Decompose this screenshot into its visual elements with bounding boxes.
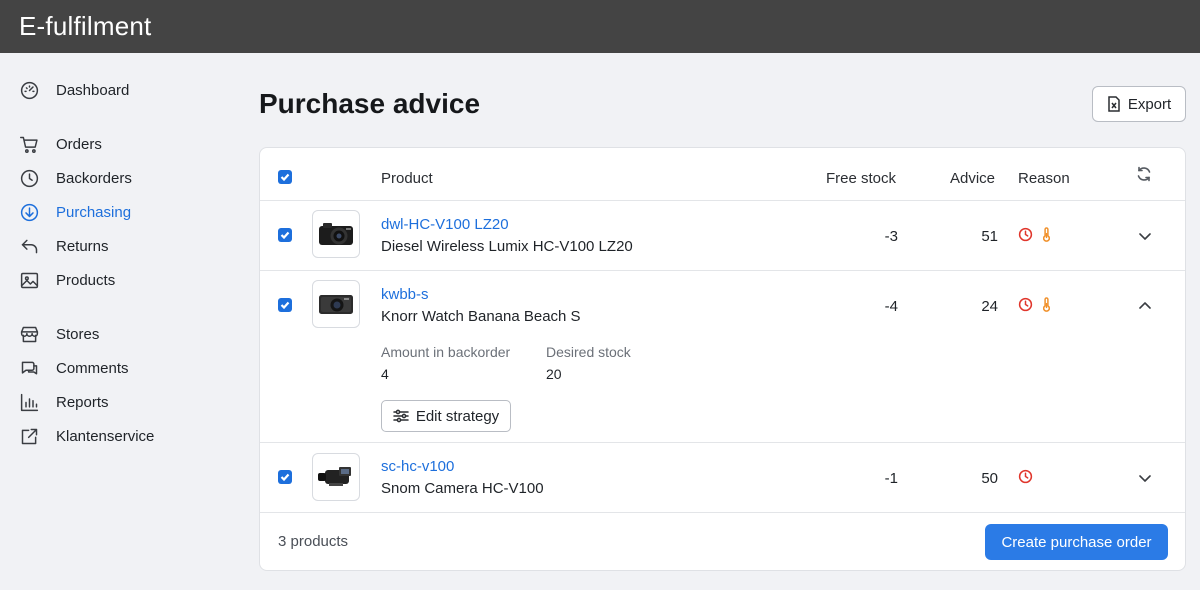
top-bar: E-fulfilment xyxy=(0,0,1200,53)
free-stock-value: -1 xyxy=(884,470,898,487)
file-export-icon xyxy=(1108,96,1120,112)
header-product: Product xyxy=(381,170,433,187)
product-count: 3 products xyxy=(278,533,349,550)
external-link-icon xyxy=(18,425,40,447)
sidebar-item-label: Purchasing xyxy=(56,203,132,221)
header-free-stock[interactable]: Free stock xyxy=(826,170,896,187)
row-checkbox[interactable] xyxy=(278,470,292,484)
select-all-checkbox[interactable] xyxy=(278,170,292,184)
advice-value: 24 xyxy=(981,298,998,315)
sidebar-item-label: Backorders xyxy=(56,169,132,187)
sidebar-item-label: Products xyxy=(56,271,116,289)
product-sku-link[interactable]: dwl-HC-V100 LZ20 xyxy=(381,216,509,233)
free-stock-value: -3 xyxy=(884,228,898,245)
export-button-label: Export xyxy=(1127,95,1172,113)
sidebar-item-label: Returns xyxy=(56,237,109,255)
reason-icons xyxy=(1018,469,1033,484)
sidebar-item-returns[interactable]: Returns xyxy=(18,233,109,259)
divider xyxy=(260,200,1185,201)
divider xyxy=(260,442,1185,443)
product-thumbnail xyxy=(312,280,360,328)
image-icon xyxy=(18,269,40,291)
row-checkbox[interactable] xyxy=(278,298,292,312)
sidebar-item-products[interactable]: Products xyxy=(18,267,115,293)
reason-icons xyxy=(1018,297,1054,312)
sidebar-item-purchasing[interactable]: Purchasing xyxy=(18,199,131,225)
collapse-chevron-up-icon[interactable] xyxy=(1137,298,1153,314)
sidebar-item-orders[interactable]: Orders xyxy=(18,131,102,157)
sidebar-item-label: Dashboard xyxy=(56,81,130,99)
free-stock-value: -4 xyxy=(884,298,898,315)
sliders-icon xyxy=(393,409,409,423)
advice-value: 50 xyxy=(981,470,998,487)
point-and-shoot-camera-image xyxy=(319,295,353,314)
cart-icon xyxy=(18,133,40,155)
dashboard-icon xyxy=(18,79,40,101)
product-name: Diesel Wireless Lumix HC-V100 LZ20 xyxy=(381,238,633,255)
reason-icons xyxy=(1018,227,1054,242)
clock-icon xyxy=(1018,227,1033,242)
product-name: Knorr Watch Banana Beach S xyxy=(381,308,581,325)
product-thumbnail xyxy=(312,453,360,501)
app-title: E-fulfilment xyxy=(19,11,152,41)
compact-camera-image xyxy=(319,223,353,245)
refresh-icon[interactable] xyxy=(1136,166,1152,182)
sidebar-item-klantenservice[interactable]: Klantenservice xyxy=(18,423,154,449)
page-title: Purchase advice xyxy=(259,88,481,119)
expand-chevron-down-icon[interactable] xyxy=(1137,228,1153,244)
amount-in-backorder-label: Amount in backorder xyxy=(381,344,511,360)
divider xyxy=(260,512,1185,513)
edit-strategy-label: Edit strategy xyxy=(415,407,500,425)
export-button[interactable]: Export xyxy=(1092,86,1186,122)
divider xyxy=(260,270,1185,271)
sidebar-item-label: Comments xyxy=(56,359,129,377)
sidebar-item-stores[interactable]: Stores xyxy=(18,321,99,347)
sidebar-item-label: Reports xyxy=(56,393,109,411)
sidebar: Dashboard Orders Backorders Purchasing R… xyxy=(0,53,240,590)
thermometer-icon xyxy=(1042,227,1051,242)
sidebar-item-backorders[interactable]: Backorders xyxy=(18,165,132,191)
product-name: Snom Camera HC-V100 xyxy=(381,480,544,497)
camcorder-image xyxy=(318,467,351,486)
store-icon xyxy=(18,323,40,345)
desired-stock-label: Desired stock xyxy=(546,344,631,360)
product-sku-link[interactable]: kwbb-s xyxy=(381,286,429,303)
sidebar-item-label: Orders xyxy=(56,135,102,153)
bar-chart-icon xyxy=(18,391,40,413)
advice-value: 51 xyxy=(981,228,998,245)
row-checkbox[interactable] xyxy=(278,228,292,242)
download-circle-icon xyxy=(18,201,40,223)
sidebar-item-reports[interactable]: Reports xyxy=(18,389,109,415)
sidebar-item-label: Stores xyxy=(56,325,100,343)
product-sku-link[interactable]: sc-hc-v100 xyxy=(381,458,454,475)
clock-icon xyxy=(1018,469,1033,484)
desired-stock-value: 20 xyxy=(546,366,562,382)
create-purchase-order-button[interactable]: Create purchase order xyxy=(985,524,1168,560)
product-thumbnail xyxy=(312,210,360,258)
expand-chevron-down-icon[interactable] xyxy=(1137,470,1153,486)
chat-icon xyxy=(18,357,40,379)
clock-icon xyxy=(18,167,40,189)
sidebar-item-label: Klantenservice xyxy=(56,427,155,445)
thermometer-icon xyxy=(1042,297,1051,312)
edit-strategy-button[interactable]: Edit strategy xyxy=(381,400,511,432)
purchase-advice-table: Product Free stock Advice Reason dwl-HC-… xyxy=(259,147,1186,571)
header-reason: Reason xyxy=(1018,170,1070,187)
sidebar-item-dashboard[interactable]: Dashboard xyxy=(18,77,129,103)
return-arrow-icon xyxy=(18,235,40,257)
sidebar-item-comments[interactable]: Comments xyxy=(18,355,129,381)
header-advice[interactable]: Advice xyxy=(950,170,995,187)
clock-icon xyxy=(1018,297,1033,312)
amount-in-backorder-value: 4 xyxy=(381,366,389,382)
